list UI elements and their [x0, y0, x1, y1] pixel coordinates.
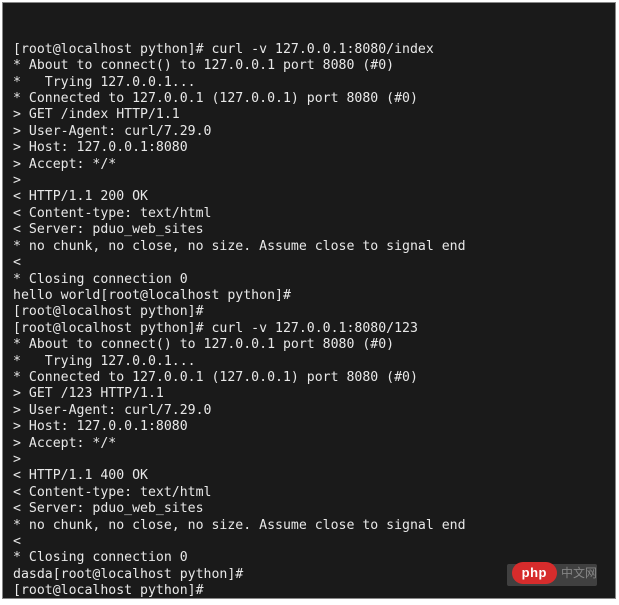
terminal-line: > Accept: */*	[13, 157, 605, 173]
terminal-line: * Connected to 127.0.0.1 (127.0.0.1) por…	[13, 91, 605, 107]
terminal-line: < HTTP/1.1 200 OK	[13, 189, 605, 205]
terminal-line: > Host: 127.0.0.1:8080	[13, 419, 605, 435]
terminal-line: < Content-type: text/html	[13, 485, 605, 501]
terminal-line: * About to connect() to 127.0.0.1 port 8…	[13, 58, 605, 74]
terminal-line: * no chunk, no close, no size. Assume cl…	[13, 239, 605, 255]
terminal-line: < Server: pduo_web_sites	[13, 501, 605, 517]
php-badge: php	[512, 562, 557, 584]
terminal-line: < HTTP/1.1 400 OK	[13, 468, 605, 484]
terminal-line: * Closing connection 0	[13, 272, 605, 288]
terminal-line: < Content-type: text/html	[13, 206, 605, 222]
terminal-line: < Server: pduo_web_sites	[13, 222, 605, 238]
terminal-line: > GET /123 HTTP/1.1	[13, 386, 605, 402]
terminal-line: * Trying 127.0.0.1...	[13, 75, 605, 91]
terminal-line: > Accept: */*	[13, 436, 605, 452]
terminal-line: > User-Agent: curl/7.29.0	[13, 403, 605, 419]
terminal-line: > GET /index HTTP/1.1	[13, 107, 605, 123]
terminal-line: [root@localhost python]# curl -v 127.0.0…	[13, 42, 605, 58]
watermark-suffix: 中文网	[561, 565, 597, 581]
terminal-window[interactable]: [root@localhost python]# curl -v 127.0.0…	[2, 2, 616, 599]
terminal-output: [root@localhost python]# curl -v 127.0.0…	[13, 42, 605, 599]
terminal-line: [root@localhost python]#	[13, 304, 605, 320]
terminal-line: [root@localhost python]# curl -v 127.0.0…	[13, 321, 605, 337]
terminal-line: * About to connect() to 127.0.0.1 port 8…	[13, 337, 605, 353]
watermark: php 中文网	[512, 562, 597, 584]
terminal-line: * no chunk, no close, no size. Assume cl…	[13, 518, 605, 534]
terminal-line: * Connected to 127.0.0.1 (127.0.0.1) por…	[13, 370, 605, 386]
terminal-line: hello world[root@localhost python]#	[13, 288, 605, 304]
terminal-line: >	[13, 173, 605, 189]
terminal-line: <	[13, 534, 605, 550]
terminal-line: > Host: 127.0.0.1:8080	[13, 140, 605, 156]
terminal-line: > User-Agent: curl/7.29.0	[13, 124, 605, 140]
terminal-line: <	[13, 255, 605, 271]
terminal-line: * Trying 127.0.0.1...	[13, 354, 605, 370]
terminal-line: >	[13, 452, 605, 468]
